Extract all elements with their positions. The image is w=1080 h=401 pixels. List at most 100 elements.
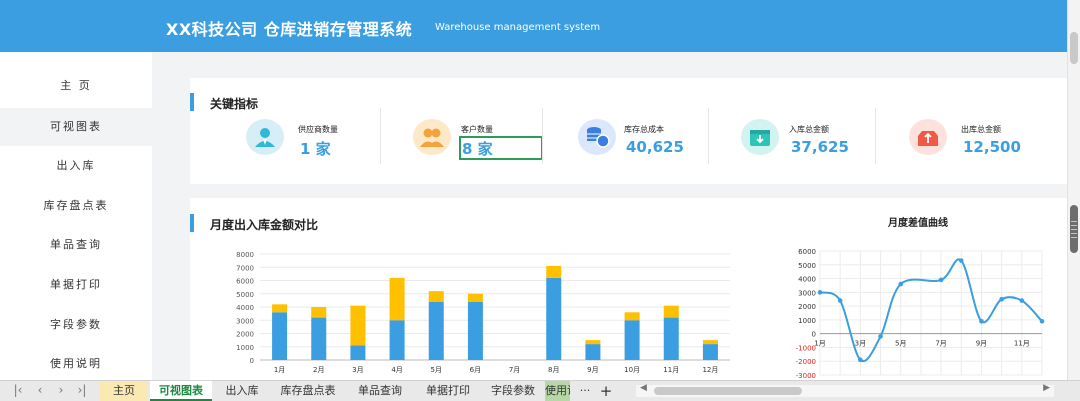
x-tick-label: 2月: [313, 366, 324, 374]
data-point: [1039, 318, 1045, 324]
bar-segment: [311, 307, 327, 318]
bar-segment: [350, 345, 366, 360]
y-tick-label: 2000: [798, 303, 816, 311]
monthly-chart-title: 月度出入库金额对比: [210, 218, 319, 232]
kpi-divider: [542, 108, 543, 164]
x-tick-label: 11月: [663, 366, 679, 374]
tab-fields[interactable]: 字段参数: [484, 381, 542, 401]
x-tick-label: 7月: [935, 340, 946, 348]
bar-segment: [467, 293, 483, 302]
bar-segment: [428, 301, 444, 360]
bar-segment: [546, 277, 562, 360]
x-tick-label: 5月: [431, 366, 442, 374]
sidebar-item-print[interactable]: 单据打印: [0, 266, 152, 304]
curve-chart-title: 月度差值曲线: [888, 218, 948, 229]
sidebar-item-inventory[interactable]: 库存盘点表: [0, 187, 152, 225]
y-tick-label: 1000: [798, 317, 816, 325]
x-tick-label: 3月: [855, 340, 866, 348]
difference-line: [819, 258, 1043, 363]
x-tick-label: 8月: [548, 366, 559, 374]
bar-segment: [467, 301, 483, 360]
x-tick-label: 7月: [509, 366, 520, 374]
more-tabs-icon[interactable]: ···: [576, 381, 594, 401]
x-tick-label: 1月: [274, 366, 285, 374]
y-tick-label: 2000: [236, 331, 254, 339]
y-tick-label: 6000: [798, 248, 816, 256]
y-tick-label: 6000: [236, 278, 254, 286]
bar-segment: [663, 317, 679, 360]
data-point: [878, 334, 883, 339]
selected-cell[interactable]: [459, 136, 543, 160]
bar-segment: [428, 291, 444, 302]
tab-manual[interactable]: 使用说明: [545, 381, 570, 401]
bar-segment: [546, 265, 562, 278]
kpi-divider: [875, 108, 876, 164]
bar-segment: [624, 312, 640, 321]
sidebar-item-home[interactable]: 主 页: [0, 67, 152, 105]
y-tick-label: 4000: [798, 276, 816, 284]
x-tick-label: 3月: [352, 366, 363, 374]
y-tick-label: 3000: [798, 289, 816, 297]
data-point: [958, 258, 964, 263]
tab-stock-io[interactable]: 出入库: [216, 381, 268, 401]
sidebar-item-stock-io[interactable]: 出入库: [0, 147, 152, 185]
first-sheet-icon[interactable]: |‹: [10, 383, 26, 397]
bar-segment: [350, 305, 366, 346]
next-sheet-icon[interactable]: ›: [53, 383, 69, 397]
y-tick-label: -3000: [796, 372, 816, 380]
x-tick-label: 6月: [470, 366, 481, 374]
difference-line-chart: -3000 -2000 -1000 0 1000 2000 3000 4000 5000 6000…: [796, 248, 1045, 380]
sidebar-item-fields[interactable]: 字段参数: [0, 306, 152, 344]
tab-inventory[interactable]: 库存盘点表: [272, 381, 344, 401]
y-tick-label: 5000: [798, 262, 816, 270]
app-header: XX科技公司 仓库进销存管理系统 Warehouse management sy…: [0, 0, 1067, 52]
data-point: [938, 277, 944, 283]
scroll-right-icon[interactable]: ▶: [1043, 383, 1050, 393]
scroll-thumb-top[interactable]: [1070, 32, 1078, 64]
scroll-left-icon[interactable]: ◀: [640, 383, 647, 393]
y-tick-label: -2000: [796, 358, 816, 366]
users-icon: [413, 119, 451, 155]
horizontal-scrollbar[interactable]: ◀ ▶: [636, 383, 1054, 397]
tab-item-query[interactable]: 单品查询: [348, 381, 412, 401]
data-point: [1019, 298, 1025, 303]
vertical-scrollbar[interactable]: [1067, 0, 1080, 380]
bar-segment: [389, 320, 405, 360]
bar-segment: [389, 277, 405, 321]
y-tick-label: -1000: [796, 344, 816, 352]
data-point: [837, 298, 843, 303]
tab-charts[interactable]: 可视图表: [150, 381, 212, 401]
bar-segment: [272, 312, 288, 360]
section-marker: [190, 214, 194, 232]
horizontal-scroll-thumb[interactable]: [654, 387, 802, 395]
data-point: [898, 281, 904, 287]
bar-segment: [585, 344, 601, 360]
y-tick-label: 1000: [236, 344, 254, 352]
x-tick-label: 9月: [976, 340, 987, 348]
data-point: [999, 296, 1004, 302]
x-tick-label: 4月: [391, 366, 402, 374]
y-tick-label: 8000: [236, 251, 254, 259]
last-sheet-icon[interactable]: ›|: [74, 383, 90, 397]
bar-segment: [272, 304, 288, 313]
add-sheet-icon[interactable]: +: [598, 381, 614, 401]
coins-icon: [578, 119, 616, 155]
sheet-tab-bar: |‹ ‹ › ›| 主页 可视图表 出入库 库存盘点表 单品查询 单据打印 字段…: [0, 380, 1080, 401]
y-tick-label: 5000: [236, 291, 254, 299]
section-marker: [190, 93, 194, 111]
bar-segment: [663, 305, 679, 318]
prev-sheet-icon[interactable]: ‹: [32, 383, 48, 397]
inbox-icon: [741, 119, 779, 155]
sidebar: 主 页 可视图表 出入库 库存盘点表 单品查询 单据打印 字段参数 使用说明: [0, 52, 152, 380]
kpi-divider: [380, 108, 381, 164]
sidebar-item-item-query[interactable]: 单品查询: [0, 226, 152, 264]
bar-segment: [702, 340, 718, 345]
sidebar-item-charts[interactable]: 可视图表: [0, 108, 152, 146]
tab-home[interactable]: 主页: [100, 381, 148, 401]
scroll-thumb[interactable]: [1070, 205, 1078, 253]
sidebar-item-manual[interactable]: 使用说明: [0, 345, 152, 383]
kpi-value: 12,500: [963, 138, 1021, 156]
tab-print[interactable]: 单据打印: [416, 381, 480, 401]
y-tick-label: 7000: [236, 264, 254, 272]
app-subtitle: Warehouse management system: [435, 22, 601, 33]
